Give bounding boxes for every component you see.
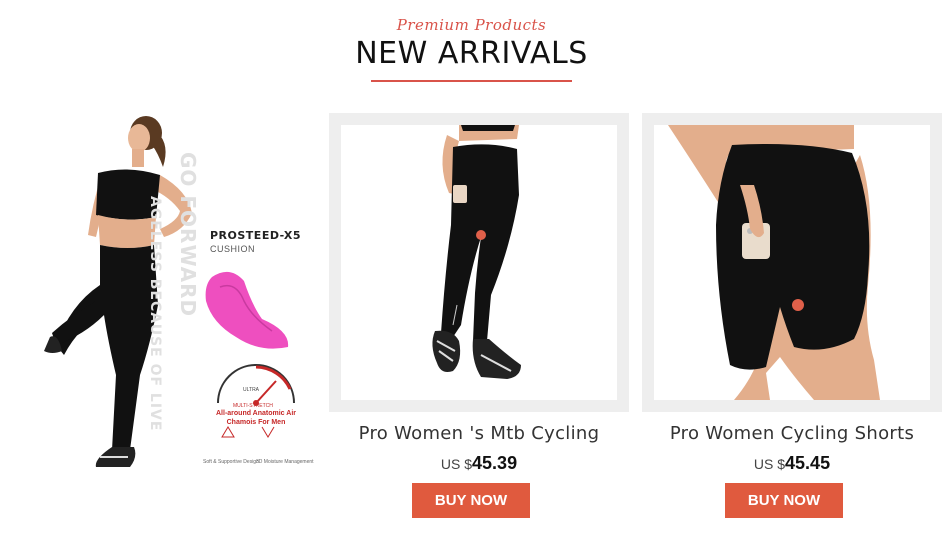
- product-image-frame[interactable]: [329, 113, 629, 412]
- section-header: Premium Products NEW ARRIVALS: [0, 0, 943, 90]
- price-currency: US $: [440, 456, 473, 472]
- price-amount: 45.45: [785, 453, 831, 473]
- buy-now-button[interactable]: BUY NOW: [412, 483, 530, 518]
- section-subtitle: Premium Products: [396, 16, 547, 34]
- promo-vertical-tagline: AGELESS BECAUSE OF LIVE: [147, 196, 163, 432]
- price-amount: 45.39: [472, 453, 518, 473]
- product-image[interactable]: [341, 125, 617, 400]
- product-price: US $45.39: [329, 453, 629, 474]
- product-price: US $45.45: [642, 453, 942, 474]
- product-image[interactable]: [654, 125, 930, 400]
- promo-banner[interactable]: GO FORWARD AGELESS BECAUSE OF LIVE PROST…: [0, 105, 325, 485]
- product-name[interactable]: Pro Women 's Mtb Cycling: [329, 423, 629, 444]
- product-card-1: Pro Women 's Mtb Cycling US $45.39 BUY N…: [329, 113, 629, 520]
- title-underline: [371, 80, 572, 82]
- gauge-label: ULTRA: [243, 387, 260, 393]
- product-image-frame[interactable]: [642, 113, 942, 412]
- chamois-caption: All-around Anatomic Air Chamois For Men: [216, 410, 296, 426]
- footnote-right: 3D Moisture Management: [256, 459, 314, 465]
- promo-vertical-slogan: GO FORWARD: [176, 152, 200, 318]
- section-title: NEW ARRIVALS: [355, 36, 588, 71]
- promo-brand-name: PROSTEED-X5: [210, 229, 301, 242]
- product-card-2: Pro Women Cycling Shorts US $45.45 BUY N…: [642, 113, 942, 520]
- buy-now-button[interactable]: BUY NOW: [725, 483, 843, 518]
- price-currency: US $: [753, 456, 786, 472]
- footnote-left: Soft & Supportive Design: [203, 459, 259, 465]
- promo-brand-sub: CUSHION: [210, 244, 256, 254]
- product-name[interactable]: Pro Women Cycling Shorts: [642, 423, 942, 444]
